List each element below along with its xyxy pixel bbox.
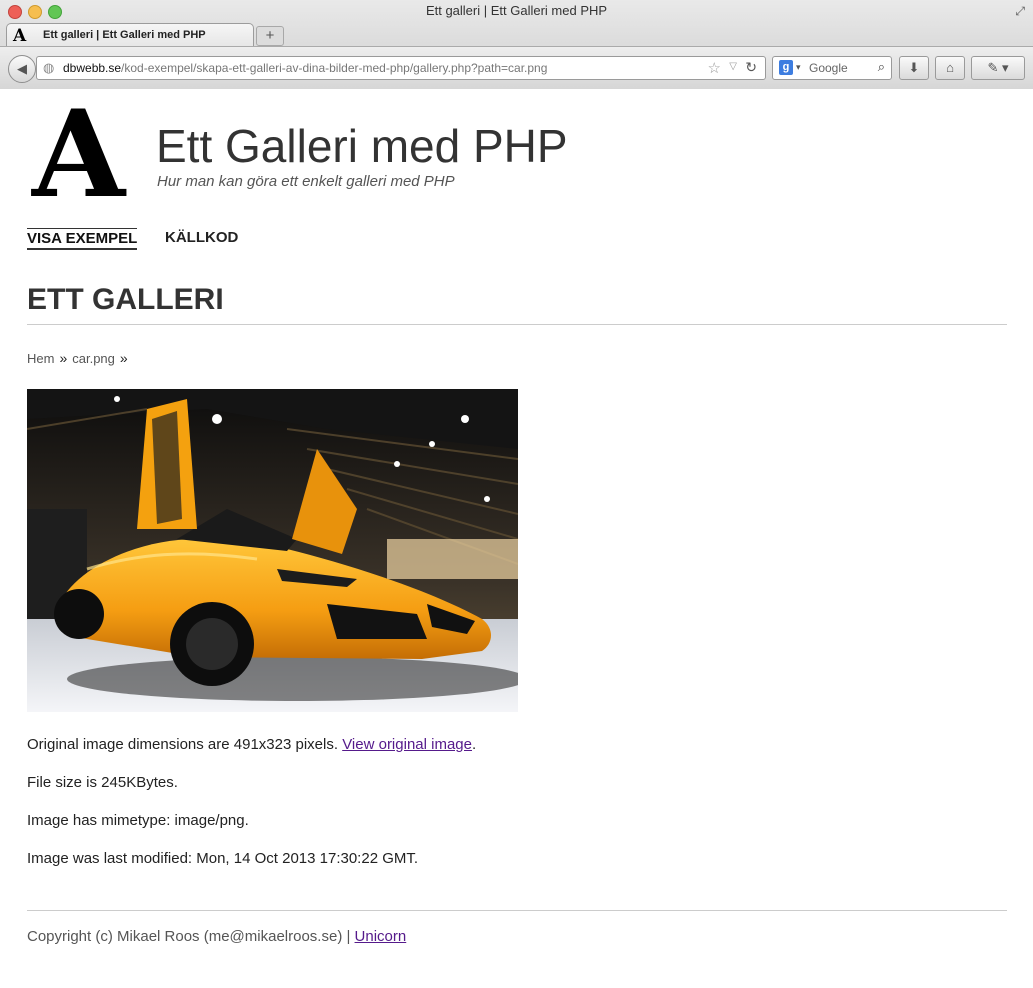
favicon-icon: A [13, 26, 27, 46]
new-tab-button[interactable]: + [256, 26, 284, 46]
home-icon[interactable]: ⌂ [935, 56, 965, 80]
back-arrow-icon[interactable]: ◀ [8, 55, 36, 83]
address-bar[interactable]: ◍ dbwebb.se/kod-exempel/skapa-ett-galler… [36, 56, 766, 80]
window-title: Ett galleri | Ett Galleri med PHP [425, 3, 608, 18]
image-filesize: File size is 245KBytes. [27, 774, 178, 791]
google-icon[interactable]: g [779, 60, 793, 75]
image-modified: Image was last modified: Mon, 14 Oct 201… [27, 850, 419, 867]
breadcrumb-separator: » [59, 350, 68, 366]
view-original-link[interactable]: View original image [342, 736, 472, 753]
gallery-image[interactable] [27, 389, 518, 712]
footer: Copyright (c) Mikael Roos (me@mikaelroos… [27, 928, 406, 945]
site-logo[interactable]: A [32, 95, 125, 215]
download-icon[interactable]: ⬇ [899, 56, 929, 80]
browser-chrome: Ett galleri | Ett Galleri med PHP ⤢ A Et… [0, 0, 1033, 89]
site-slogan: Hur man kan göra ett enkelt galleri med … [157, 173, 455, 190]
browser-tab[interactable]: A Ett galleri | Ett Galleri med PHP [6, 23, 254, 47]
copyright-text: Copyright (c) Mikael Roos (me@mikaelroos… [27, 928, 351, 945]
search-engine-dropdown-icon[interactable]: ▾ [796, 62, 801, 73]
footer-divider [27, 910, 1007, 911]
page-heading: ETT GALLERI [27, 283, 224, 316]
fullscreen-icon[interactable]: ⤢ [1015, 4, 1025, 19]
title-bar: Ett galleri | Ett Galleri med PHP ⤢ [0, 0, 1033, 22]
site-title: Ett Galleri med PHP [156, 120, 568, 172]
image-mimetype: Image has mimetype: image/png. [27, 812, 249, 829]
url-dropdown-icon[interactable]: ▽ [729, 61, 737, 72]
divider [27, 324, 1007, 325]
reload-icon[interactable]: ↻ [745, 59, 757, 76]
navigation-toolbar: ◀ ◍ dbwebb.se/kod-exempel/skapa-ett-gall… [0, 46, 1033, 89]
search-box[interactable]: g ▾ Google ⌕ [772, 56, 892, 80]
nav-kallkod[interactable]: KÄLLKOD [165, 229, 238, 246]
breadcrumb: Hem » car.png » [27, 350, 133, 366]
globe-icon: ◍ [43, 60, 55, 75]
bookmark-star-icon[interactable]: ☆ [708, 59, 721, 77]
eyedropper-icon[interactable]: ✎ ▾ [971, 56, 1025, 80]
tab-label: Ett galleri | Ett Galleri med PHP [43, 29, 206, 41]
unicorn-link[interactable]: Unicorn [355, 928, 407, 945]
breadcrumb-file-link[interactable]: car.png [72, 351, 115, 366]
breadcrumb-separator: » [119, 350, 128, 366]
search-placeholder: Google [809, 61, 848, 75]
image-dimensions: Original image dimensions are 491x323 pi… [27, 736, 477, 753]
magnifier-icon[interactable]: ⌕ [878, 59, 885, 75]
breadcrumb-home-link[interactable]: Hem [27, 351, 54, 366]
url-text[interactable]: dbwebb.se/kod-exempel/skapa-ett-galleri-… [63, 61, 547, 75]
nav-visa-exempel[interactable]: VISA EXEMPEL [27, 228, 138, 250]
